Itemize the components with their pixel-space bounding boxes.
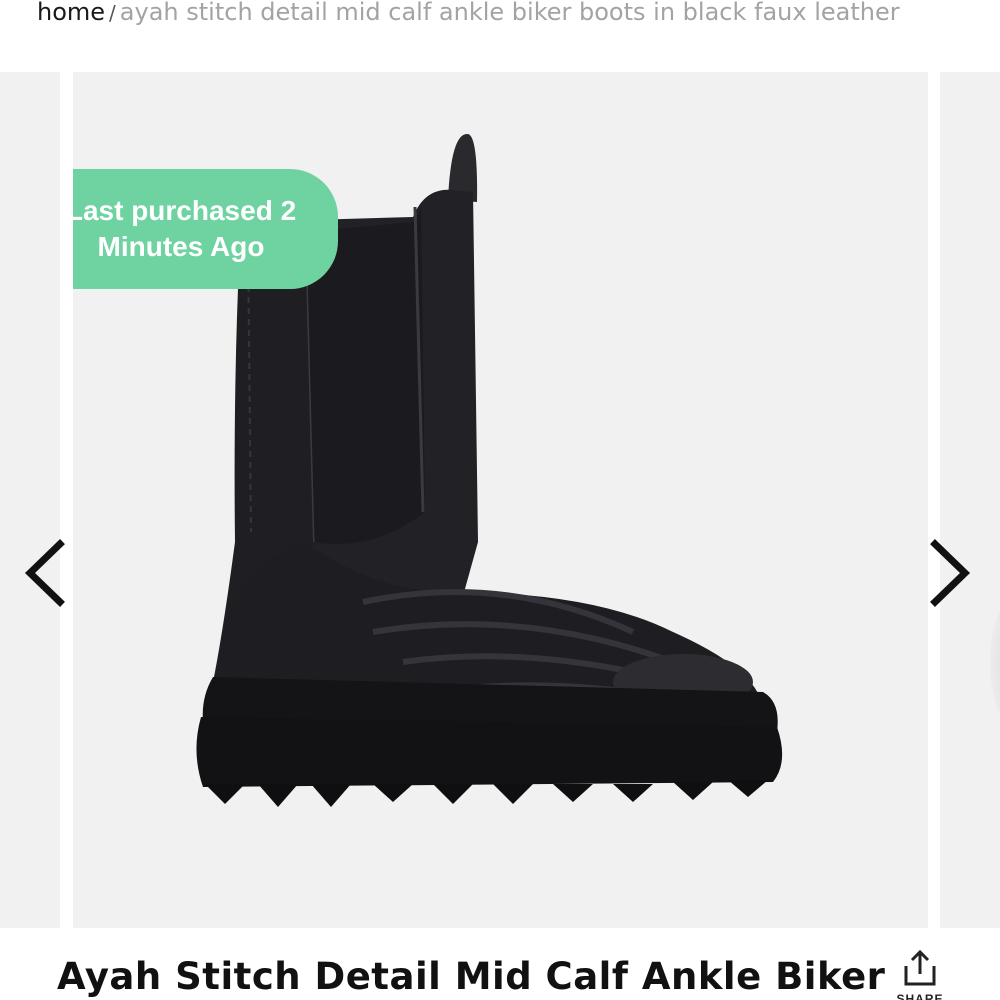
last-purchased-badge: Last purchased 2 Minutes Ago — [73, 169, 338, 289]
previous-slide-peek[interactable] — [0, 72, 60, 928]
chevron-left-icon — [24, 539, 65, 607]
share-button[interactable]: SHARE — [892, 948, 948, 1000]
product-page: home / ayah stitch detail mid calf ankle b… — [0, 0, 1000, 1000]
share-label: SHARE — [896, 992, 944, 1000]
next-product-image-hint — [990, 592, 1000, 732]
breadcrumb: home / ayah stitch detail mid calf ankle b… — [37, 0, 900, 30]
share-icon — [904, 949, 936, 986]
next-image-button[interactable] — [925, 538, 975, 608]
product-image-slide[interactable]: Last purchased 2 Minutes Ago — [73, 72, 928, 928]
previous-image-button[interactable] — [20, 538, 70, 608]
chevron-right-icon — [930, 539, 971, 607]
product-gallery: Last purchased 2 Minutes Ago — [0, 72, 1000, 928]
breadcrumb-current: ayah stitch detail mid calf ankle biker … — [119, 0, 900, 26]
breadcrumb-separator: / — [109, 1, 116, 25]
breadcrumb-home-link[interactable]: home — [37, 0, 105, 26]
next-slide-peek[interactable] — [940, 72, 1000, 928]
product-title: Ayah Stitch Detail Mid Calf Ankle Biker — [57, 955, 886, 998]
